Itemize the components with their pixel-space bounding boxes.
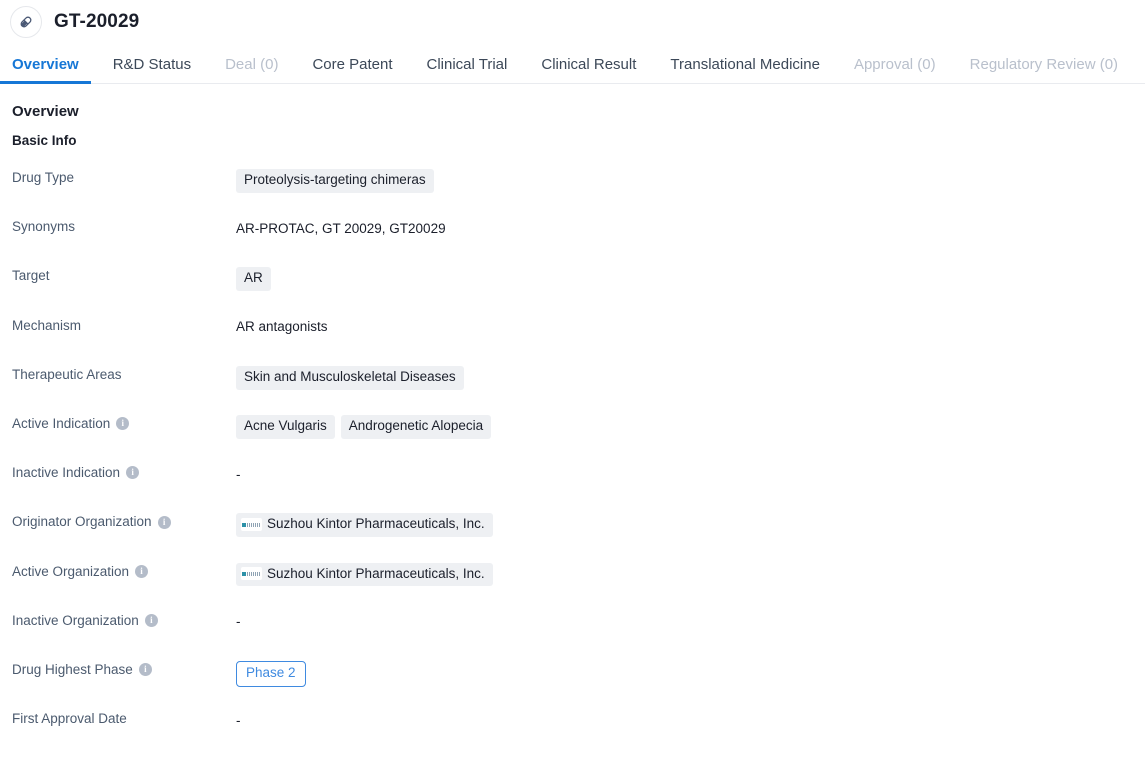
row-label: Drug Type — [12, 169, 236, 185]
value-tag[interactable]: Androgenetic Alopecia — [340, 414, 492, 439]
row-value: Proteolysis-targeting chimeras — [236, 169, 1145, 193]
info-row-active-indication: Active Indication i Acne Vulgaris Androgene… — [12, 414, 1145, 464]
value-text: AR antagonists — [236, 319, 328, 335]
row-value: Suzhou Kintor Pharmaceuticals, Inc. — [236, 513, 1145, 538]
row-label: Active Organization i — [12, 563, 236, 579]
info-icon[interactable]: i — [144, 613, 158, 627]
info-row-mechanism: Mechanism AR antagonists — [12, 317, 1145, 366]
tab-clinical-result[interactable]: Clinical Result — [541, 57, 636, 83]
row-label: Target — [12, 267, 236, 283]
row-label-text: Inactive Indication — [12, 465, 121, 481]
value-tag[interactable]: Acne Vulgaris — [236, 414, 335, 439]
row-label: Mechanism — [12, 317, 236, 333]
row-value: Acne Vulgaris Androgenetic Alopecia — [236, 414, 1145, 439]
empty-value: - — [236, 712, 241, 728]
organization-name: Suzhou Kintor Pharmaceuticals, Inc. — [267, 516, 485, 532]
row-value: AR-PROTAC, GT 20029, GT20029 — [236, 218, 1145, 240]
row-label: Drug Highest Phase i — [12, 661, 236, 677]
row-label: Therapeutic Areas — [12, 366, 236, 382]
row-value: - — [236, 710, 1145, 732]
info-row-drug-type: Drug Type Proteolysis-targeting chimeras — [12, 169, 1145, 218]
tab-core-patent[interactable]: Core Patent — [312, 57, 392, 83]
info-icon[interactable]: i — [126, 466, 140, 480]
drug-detail-page: GT-20029 Overview R&D Status Deal (0) Co… — [0, 0, 1145, 758]
tab-clinical-trial[interactable]: Clinical Trial — [427, 57, 508, 83]
row-value: Skin and Musculoskeletal Diseases — [236, 365, 1145, 390]
info-row-originator-organization: Originator Organization i Suzhou Kintor Ph… — [12, 513, 1145, 562]
row-label-text: Target — [12, 268, 50, 284]
tab-approval[interactable]: Approval (0) — [854, 57, 936, 83]
row-value: AR — [236, 267, 1145, 292]
info-row-drug-highest-phase: Drug Highest Phase i Phase 2 — [12, 660, 1145, 710]
info-row-active-organization: Active Organization i Suzhou Kintor Pharma… — [12, 562, 1145, 612]
row-value: - — [236, 612, 1145, 634]
info-row-target: Target AR — [12, 267, 1145, 316]
empty-value: - — [236, 466, 241, 482]
info-icon[interactable]: i — [116, 417, 130, 431]
row-label: Originator Organization i — [12, 513, 236, 529]
phase-badge[interactable]: Phase 2 — [236, 660, 306, 687]
tab-deal[interactable]: Deal (0) — [225, 57, 278, 83]
row-label-text: Mechanism — [12, 317, 82, 333]
tab-rd-status[interactable]: R&D Status — [113, 57, 191, 83]
row-value: Phase 2 — [236, 660, 1145, 687]
info-icon[interactable]: i — [138, 663, 152, 677]
tab-translational-medicine[interactable]: Translational Medicine — [670, 57, 820, 83]
organization-tag[interactable]: Suzhou Kintor Pharmaceuticals, Inc. — [236, 562, 493, 587]
info-row-inactive-organization: Inactive Organization i - — [12, 612, 1145, 661]
row-label: Synonyms — [12, 218, 236, 234]
info-row-synonyms: Synonyms AR-PROTAC, GT 20029, GT20029 — [12, 218, 1145, 267]
value-text: AR-PROTAC, GT 20029, GT20029 — [236, 220, 446, 236]
row-value: Suzhou Kintor Pharmaceuticals, Inc. — [236, 562, 1145, 587]
row-label-text: Active Organization — [12, 563, 130, 579]
overview-content: Overview Basic Info Drug Type Proteolysis… — [0, 84, 1145, 758]
info-row-inactive-indication: Inactive Indication i - — [12, 464, 1145, 513]
tab-bar: Overview R&D Status Deal (0) Core Patent… — [0, 44, 1145, 84]
info-icon[interactable]: i — [135, 564, 149, 578]
organization-name: Suzhou Kintor Pharmaceuticals, Inc. — [267, 565, 485, 581]
row-label-text: Drug Type — [12, 170, 75, 185]
subsection-title-basic-info: Basic Info — [12, 133, 77, 148]
row-label: Inactive Organization i — [12, 612, 236, 628]
row-label-text: Active Indication — [12, 415, 111, 431]
empty-value: - — [236, 614, 241, 630]
row-label: Active Indication i — [12, 415, 236, 431]
row-label-text: Synonyms — [12, 219, 76, 235]
row-label: Inactive Indication i — [12, 464, 236, 480]
row-label-text: First Approval Date — [12, 711, 127, 727]
row-label: First Approval Date — [12, 710, 236, 726]
organization-tag[interactable]: Suzhou Kintor Pharmaceuticals, Inc. — [236, 513, 493, 538]
tab-regulatory-review[interactable]: Regulatory Review (0) — [970, 57, 1118, 83]
value-tag[interactable]: Proteolysis-targeting chimeras — [236, 169, 434, 193]
value-tag[interactable]: Skin and Musculoskeletal Diseases — [236, 365, 464, 390]
row-label-text: Therapeutic Areas — [12, 366, 122, 382]
row-label-text: Drug Highest Phase — [12, 661, 133, 677]
info-icon[interactable]: i — [157, 515, 171, 529]
basic-info-rows: Drug Type Proteolysis-targeting chimeras S… — [12, 169, 1145, 758]
section-title: Overview — [12, 103, 79, 120]
tab-overview[interactable]: Overview — [0, 57, 91, 84]
info-row-therapeutic-areas: Therapeutic Areas Skin and Musculoskeleta… — [12, 365, 1145, 415]
page-header: GT-20029 — [0, 0, 1145, 44]
row-label-text: Inactive Organization — [12, 612, 139, 628]
row-value: - — [236, 464, 1145, 486]
value-tag[interactable]: AR — [236, 267, 271, 292]
company-logo-icon — [241, 567, 262, 581]
info-row-first-approval-date: First Approval Date - — [12, 710, 1145, 758]
row-label-text: Originator Organization — [12, 514, 152, 530]
page-title: GT-20029 — [54, 11, 140, 32]
row-value: AR antagonists — [236, 317, 1145, 339]
company-logo-icon — [241, 518, 262, 532]
pill-capsule-icon — [10, 6, 42, 38]
